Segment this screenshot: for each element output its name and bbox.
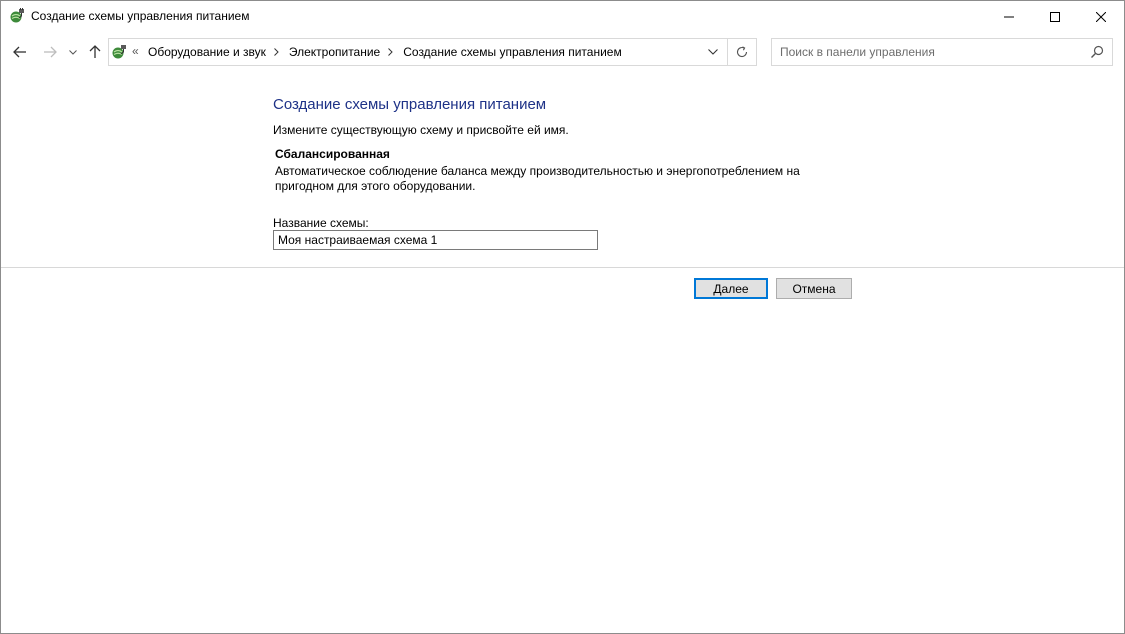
minimize-icon (1004, 16, 1014, 17)
power-options-icon (9, 8, 25, 24)
recent-locations-button[interactable] (65, 37, 81, 67)
breadcrumb-item-create-power-plan[interactable]: Создание схемы управления питанием (403, 45, 621, 59)
refresh-button[interactable] (728, 38, 757, 66)
arrow-up-icon (89, 45, 101, 58)
maximize-icon (1050, 11, 1060, 22)
chevron-down-icon (69, 49, 77, 55)
refresh-icon (737, 46, 748, 58)
page-title: Создание схемы управления питанием (273, 96, 547, 113)
arrow-right-icon (44, 46, 57, 58)
window: Создание схемы управления питанием « Обо… (0, 0, 1125, 634)
close-button[interactable] (1078, 1, 1124, 32)
chevron-right-icon[interactable] (274, 48, 279, 56)
search-input[interactable]: Поиск в панели управления (780, 45, 935, 59)
plan-name-label: Название схемы: (273, 216, 369, 230)
address-dropdown-button[interactable] (701, 39, 725, 65)
search-icon[interactable] (1090, 45, 1104, 62)
up-button[interactable] (85, 37, 105, 67)
forward-button[interactable] (39, 37, 61, 67)
arrow-left-icon (13, 46, 26, 58)
content-area: Создание схемы управления питанием Измен… (1, 67, 1124, 633)
control-panel-icon (111, 44, 127, 60)
cancel-button[interactable]: Отмена (776, 278, 852, 299)
chevron-down-icon (708, 49, 718, 55)
breadcrumb: Оборудование и звук Электропитание Созда… (148, 45, 622, 59)
search-box[interactable]: Поиск в панели управления (771, 38, 1113, 66)
address-overflow[interactable]: « (132, 44, 139, 58)
plan-name: Сбалансированная (275, 147, 390, 161)
close-icon (1096, 11, 1106, 22)
divider (1, 267, 1124, 268)
plan-name-input[interactable] (273, 230, 598, 250)
plan-description: Автоматическое соблюдение баланса между … (275, 164, 800, 193)
maximize-button[interactable] (1032, 1, 1078, 32)
address-bar[interactable]: « Оборудование и звук Электропитание Соз… (108, 38, 728, 66)
window-title: Создание схемы управления питанием (31, 9, 250, 23)
instruction-text: Измените существующую схему и присвойте … (273, 123, 569, 137)
breadcrumb-item-power-options[interactable]: Электропитание (289, 45, 380, 59)
back-button[interactable] (9, 37, 31, 67)
minimize-button[interactable] (986, 1, 1032, 32)
breadcrumb-item-hardware-sound[interactable]: Оборудование и звук (148, 45, 266, 59)
title-bar: Создание схемы управления питанием (1, 1, 1124, 32)
chevron-right-icon[interactable] (388, 48, 393, 56)
next-button[interactable]: Далее (694, 278, 768, 299)
navigation-bar: « Оборудование и звук Электропитание Соз… (1, 37, 1124, 67)
